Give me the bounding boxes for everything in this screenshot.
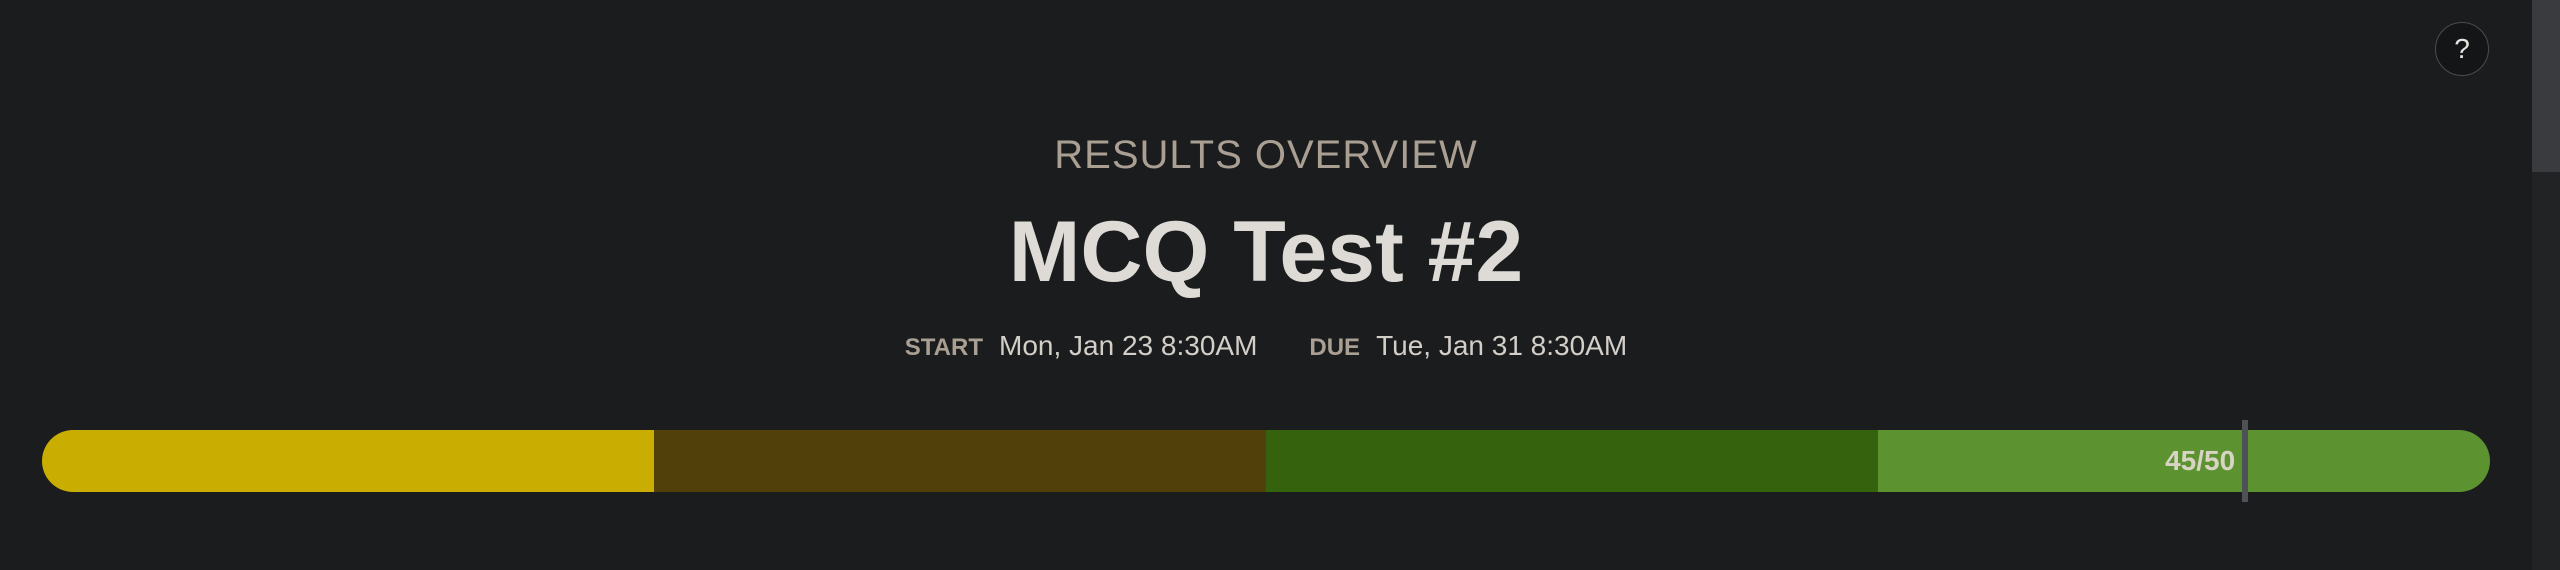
- scrollbar-thumb[interactable]: [2532, 0, 2560, 172]
- due-label: DUE: [1309, 334, 1361, 361]
- score-label: 45/50: [2165, 445, 2236, 476]
- due-value: Tue, Jan 31 8:30AM: [1376, 330, 1628, 361]
- progress-segment-2: [654, 430, 1266, 492]
- score-marker: [2242, 420, 2249, 502]
- page-overline: RESULTS OVERVIEW: [1054, 133, 1478, 177]
- help-button[interactable]: ?: [2435, 22, 2489, 76]
- question-icon: ?: [2454, 33, 2470, 64]
- page-title: MCQ Test #2: [1008, 204, 1524, 300]
- start-label: START: [904, 334, 984, 361]
- results-page: ? RESULTS OVERVIEW MCQ Test #2 START Mon…: [0, 0, 2560, 570]
- progress-segment-3: [1266, 430, 1878, 492]
- progress-segment-1: [42, 430, 654, 492]
- date-range: START Mon, Jan 23 8:30AM DUE Tue, Jan 31…: [0, 328, 2532, 366]
- start-value: Mon, Jan 23 8:30AM: [999, 330, 1258, 361]
